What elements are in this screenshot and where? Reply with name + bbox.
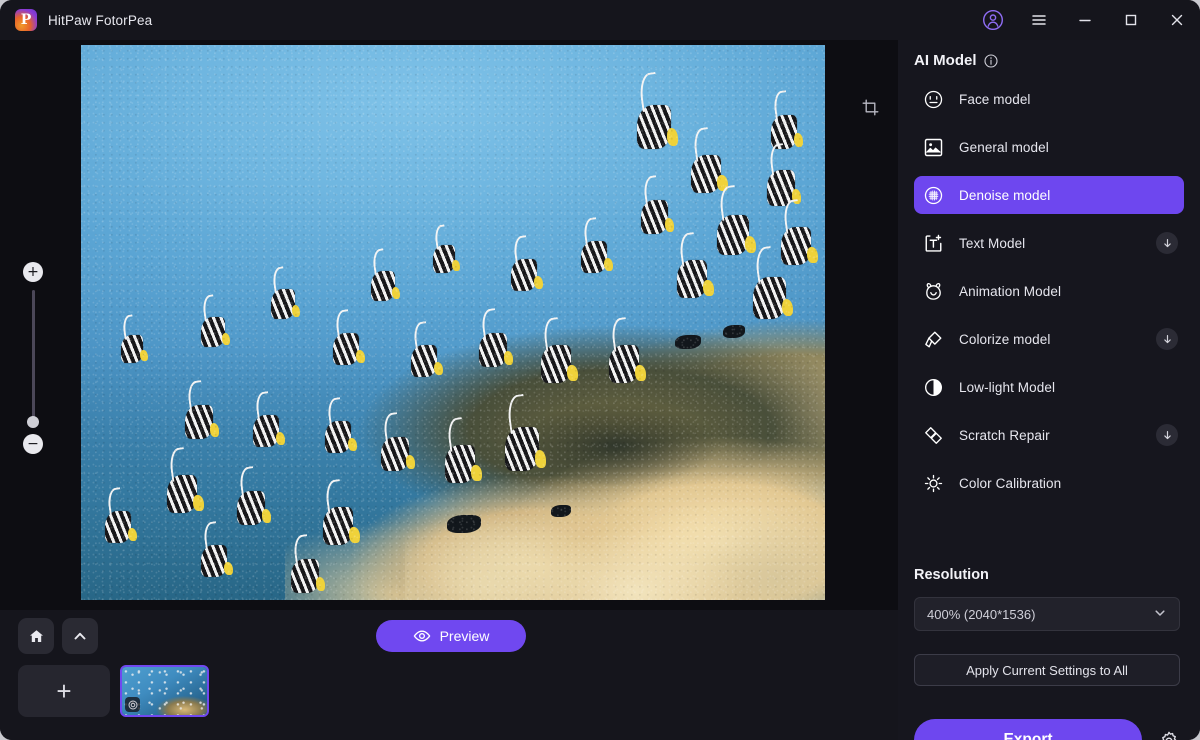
image-thumbnail[interactable] <box>120 665 209 717</box>
home-button[interactable] <box>18 618 54 654</box>
model-label: Denoise model <box>959 187 1051 203</box>
animation-model-icon <box>920 278 946 304</box>
info-icon[interactable] <box>983 53 998 68</box>
model-item-colorize[interactable]: Colorize model <box>914 320 1184 358</box>
model-item-general[interactable]: General model <box>914 128 1184 166</box>
zoom-slider-track[interactable] <box>31 290 35 426</box>
eye-icon <box>413 630 430 642</box>
model-item-animation[interactable]: Animation Model <box>914 272 1184 310</box>
settings-badge-icon <box>125 697 140 712</box>
zoom-out-button[interactable]: − <box>23 434 43 454</box>
preview-button-label: Preview <box>439 628 490 644</box>
image-noise-overlay <box>81 45 825 600</box>
arrow-down-icon <box>1163 430 1171 439</box>
collapse-panel-button[interactable] <box>62 618 98 654</box>
zoom-in-button[interactable]: + <box>23 262 43 282</box>
model-label: Face model <box>959 91 1031 107</box>
general-model-icon <box>920 134 946 160</box>
denoise-model-icon <box>920 182 946 208</box>
maximize-icon[interactable] <box>1108 0 1154 40</box>
lowlight-model-icon <box>920 374 946 400</box>
download-model-button[interactable] <box>1156 424 1178 446</box>
model-label: Text Model <box>959 235 1026 251</box>
canvas-area: + − <box>0 40 898 610</box>
model-label: Scratch Repair <box>959 427 1050 443</box>
apply-settings-to-all-button[interactable]: Apply Current Settings to All <box>914 654 1180 686</box>
model-list: Face model General model Denoise model T… <box>914 80 1184 512</box>
model-label: Low-light Model <box>959 379 1056 395</box>
text-model-icon <box>920 230 946 256</box>
resolution-select[interactable]: 400% (2040*1536) <box>914 597 1180 631</box>
preview-image[interactable] <box>81 45 825 600</box>
scratch-repair-icon <box>920 422 946 448</box>
ai-model-panel: AI Model Face model General model Denois… <box>898 40 1200 740</box>
arrow-down-icon <box>1163 238 1171 247</box>
close-icon[interactable] <box>1154 0 1200 40</box>
model-label: General model <box>959 139 1049 155</box>
title-bar: P HitPaw FotorPea <box>0 0 1200 40</box>
color-calibration-icon <box>920 470 946 496</box>
model-item-face[interactable]: Face model <box>914 80 1184 118</box>
model-item-text[interactable]: Text Model <box>914 224 1184 262</box>
crop-icon[interactable] <box>855 92 885 122</box>
gear-icon[interactable] <box>1156 728 1182 740</box>
resolution-label: Resolution <box>914 567 989 583</box>
panel-title: AI Model <box>914 52 998 69</box>
zoom-slider-handle[interactable] <box>27 416 39 428</box>
model-label: Animation Model <box>959 283 1062 299</box>
account-icon[interactable] <box>970 0 1016 40</box>
chevron-up-icon <box>74 632 86 640</box>
panel-title-text: AI Model <box>914 52 977 69</box>
chevron-down-icon <box>1153 606 1167 623</box>
app-title: HitPaw FotorPea <box>48 12 153 28</box>
minimize-icon[interactable] <box>1062 0 1108 40</box>
colorize-model-icon <box>920 326 946 352</box>
model-item-denoise[interactable]: Denoise model <box>914 176 1184 214</box>
home-icon <box>29 629 43 642</box>
model-item-scratch-repair[interactable]: Scratch Repair <box>914 416 1184 454</box>
model-label: Color Calibration <box>959 475 1062 491</box>
download-model-button[interactable] <box>1156 328 1178 350</box>
model-item-color-calibration[interactable]: Color Calibration <box>914 464 1184 502</box>
add-image-button[interactable]: + <box>18 665 110 717</box>
menu-icon[interactable] <box>1016 0 1062 40</box>
download-model-button[interactable] <box>1156 232 1178 254</box>
resolution-value: 400% (2040*1536) <box>927 606 1036 622</box>
app-logo-icon: P <box>15 9 37 31</box>
arrow-down-icon <box>1163 334 1171 343</box>
model-item-lowlight[interactable]: Low-light Model <box>914 368 1184 406</box>
window-controls <box>970 0 1200 40</box>
preview-button[interactable]: Preview <box>376 620 526 652</box>
face-model-icon <box>920 86 946 112</box>
app-window: P HitPaw FotorPea + − + Preview AI Model… <box>0 0 1200 740</box>
zoom-slider[interactable]: + − <box>22 262 44 454</box>
model-label: Colorize model <box>959 331 1051 347</box>
export-button[interactable]: Export <box>914 719 1142 740</box>
